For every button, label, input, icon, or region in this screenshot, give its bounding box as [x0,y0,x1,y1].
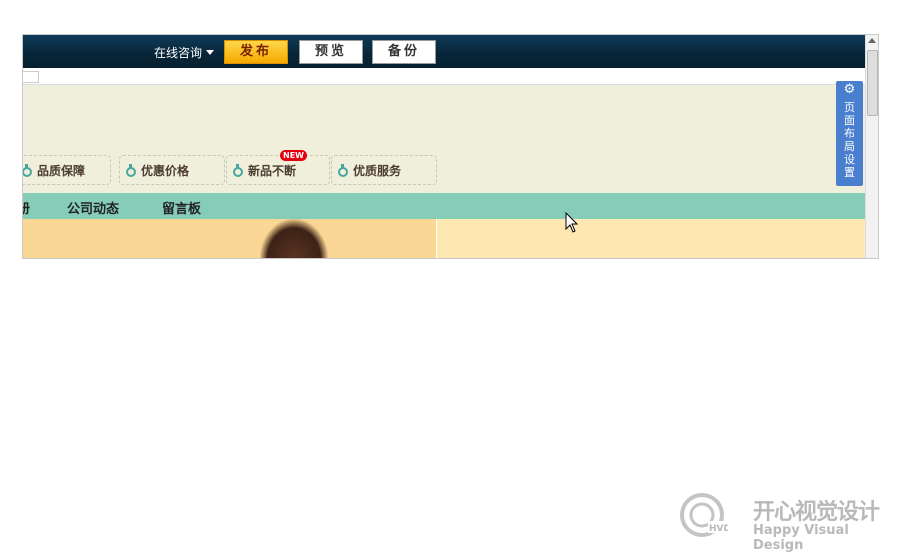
feature-label: 新品不断 [248,164,297,178]
feature-label: 优惠价格 [141,164,190,178]
layout-settings-label: 页面布局设置 [844,101,855,179]
online-consult-label: 在线咨询 [154,46,203,60]
new-badge: NEW [280,150,307,161]
nav-item-news[interactable]: 公司动态 [67,198,119,217]
refresh-icon [233,164,243,177]
watermark-english: Happy Visual Design [753,523,849,553]
browser-frame: 在线咨询 发布 预览 备份 品质保障 优惠价格 新品不断 NEW 优质服务 册 … [22,34,879,259]
scroll-up-icon[interactable] [868,38,876,43]
banner-right[interactable] [437,219,865,258]
backup-button[interactable]: 备份 [372,40,436,64]
refresh-icon [338,164,348,177]
online-consult-dropdown[interactable]: 在线咨询 [154,44,215,61]
feature-label: 品质保障 [37,164,86,178]
gear-icon: ⚙ [843,82,856,97]
publish-button[interactable]: 发布 [224,40,288,64]
nav-item-album[interactable]: 册 [23,198,30,217]
feature-service[interactable]: 优质服务 [331,155,437,185]
layout-settings-button[interactable]: ⚙ 页面布局设置 [836,81,863,186]
caret-down-icon [206,50,215,55]
banner-model-image [260,219,328,258]
feature-quality[interactable]: 品质保障 [23,155,111,185]
preview-button[interactable]: 预览 [299,40,363,64]
editor-toolbar: 在线咨询 发布 预览 备份 [23,35,865,68]
nav-item-guestbook[interactable]: 留言板 [162,198,201,217]
banner-left[interactable] [23,219,436,258]
feature-label: 优质服务 [353,164,402,178]
watermark-chinese: 开心视觉设计 [753,500,880,525]
site-nav: 册 公司动态 留言板 [23,193,865,219]
refresh-icon [126,164,136,177]
toolbar-strip [23,68,865,85]
mouse-cursor-icon [565,212,579,233]
hvd-logo-icon: HVD [680,493,728,537]
refresh-icon [23,164,32,177]
feature-price[interactable]: 优惠价格 [119,155,225,185]
page-tab-handle[interactable] [23,71,39,83]
feature-new-products[interactable]: 新品不断 [226,155,330,185]
vertical-scrollbar[interactable] [865,35,878,258]
scroll-thumb[interactable] [867,50,878,116]
watermark-logo-text: HVD [709,524,728,534]
